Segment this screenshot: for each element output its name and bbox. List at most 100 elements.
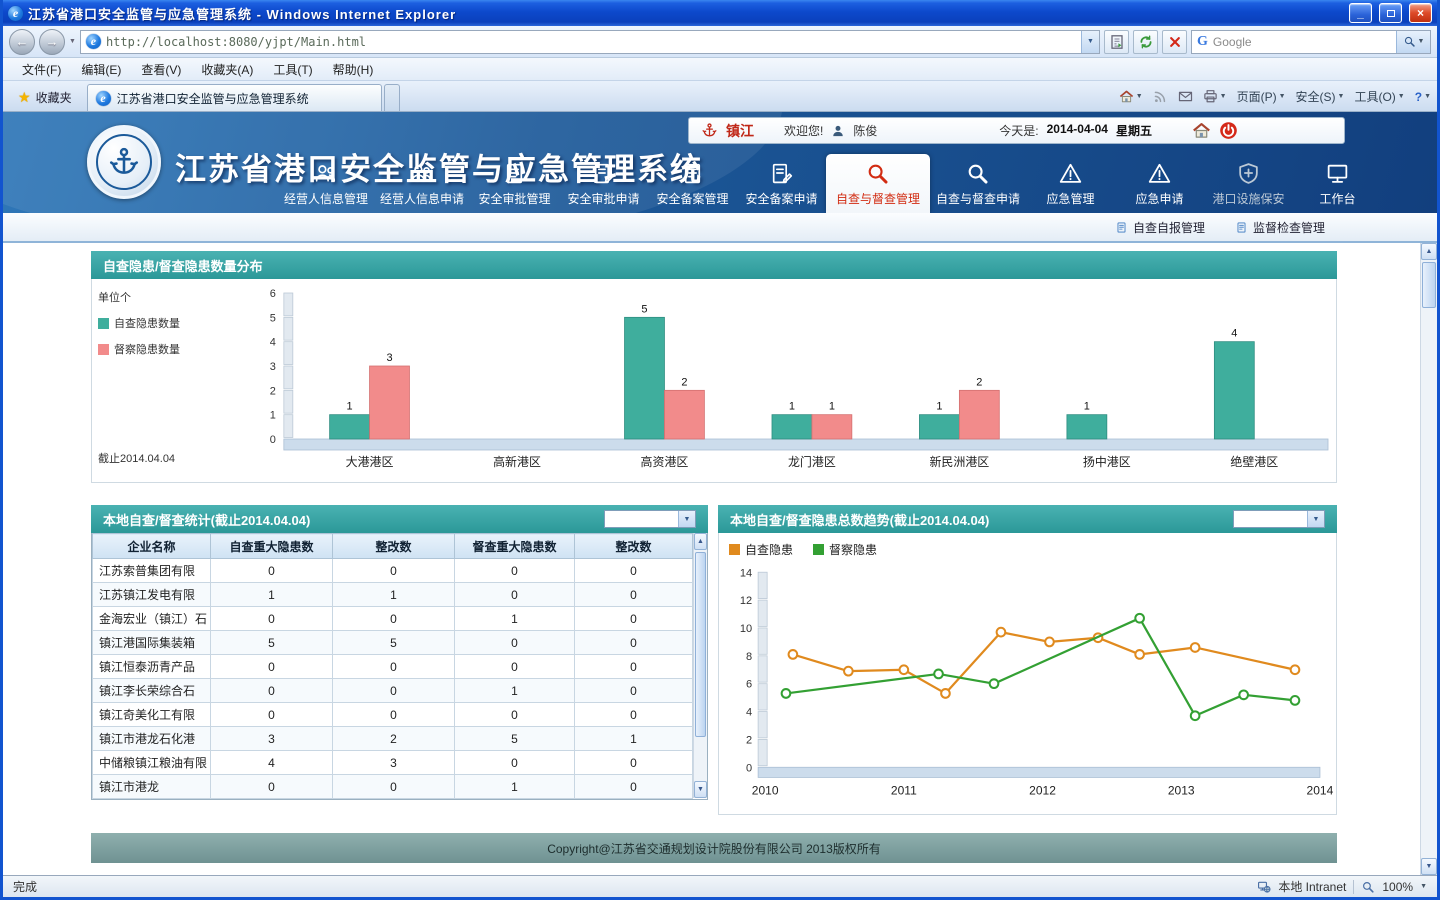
table-row[interactable]: 镇江恒泰沥青产品0000 — [93, 655, 693, 679]
scroll-thumb[interactable] — [695, 552, 706, 737]
menu-tools[interactable]: 工具(T) — [264, 59, 321, 80]
page-scrollbar[interactable]: ▲ ▼ — [1420, 243, 1437, 875]
line-chart: 0246810121420102011201220132014 — [719, 558, 1336, 814]
nav-item-self-inspection-mgmt[interactable]: 自查与督查管理 — [826, 154, 930, 213]
data-point — [782, 689, 791, 698]
value-cell: 0 — [575, 775, 693, 799]
welcome-label: 欢迎您! — [784, 122, 823, 139]
value-cell: 1 — [455, 679, 575, 703]
sub-nav: 自查自报管理 监督检查管理 — [3, 213, 1437, 243]
read-mail-button[interactable] — [1178, 89, 1193, 104]
address-dropdown-button[interactable]: ▼ — [1081, 31, 1099, 53]
search-button[interactable]: ▼ — [1396, 31, 1430, 53]
menu-favorites[interactable]: 收藏夹(A) — [192, 59, 262, 80]
home-button[interactable]: ▼ — [1119, 89, 1143, 104]
new-tab-stub[interactable] — [384, 84, 400, 111]
nav-item-operator-info-mgmt[interactable]: 经营人信息管理 — [278, 154, 374, 213]
menu-edit[interactable]: 编辑(E) — [72, 59, 130, 80]
status-zoom[interactable]: 100% — [1382, 880, 1413, 894]
favorites-button[interactable]: 收藏夹 — [9, 84, 81, 111]
table-row[interactable]: 中储粮镇江粮油有限4300 — [93, 751, 693, 775]
search-input[interactable] — [1213, 35, 1391, 49]
date-group: 今天是: 2014-04-04 星期五 — [999, 122, 1152, 139]
table-row[interactable]: 镇江李长荣综合石0010 — [93, 679, 693, 703]
scroll-down-button[interactable]: ▼ — [1421, 858, 1437, 875]
scroll-up-button[interactable]: ▲ — [1421, 243, 1437, 260]
portal-home-button[interactable] — [1192, 121, 1211, 140]
value-cell: 0 — [575, 607, 693, 631]
table-row[interactable]: 镇江奇美化工有限0000 — [93, 703, 693, 727]
table-row[interactable]: 镇江港国际集装箱5500 — [93, 631, 693, 655]
dropdown-arrow-icon[interactable]: ▼ — [1307, 511, 1324, 527]
browser-tab[interactable]: 江苏省港口安全监管与应急管理系统 — [87, 84, 382, 111]
subnav-item-self-report[interactable]: 自查自报管理 — [1115, 219, 1205, 236]
scroll-up-button[interactable]: ▲ — [694, 533, 707, 550]
compatibility-view-button[interactable] — [1104, 30, 1129, 54]
nav-item-port-facility-security[interactable]: 港口设施保安 — [1204, 154, 1293, 213]
nav-item-safety-record-mgmt[interactable]: 安全备案管理 — [648, 154, 737, 213]
logout-button[interactable] — [1219, 121, 1238, 140]
nav-item-emergency-mgmt[interactable]: 应急管理 — [1026, 154, 1115, 213]
main-nav: 经营人信息管理 经营人信息申请 安全审批管理 安全审批申请 安全备案管理 安全备… — [278, 154, 1382, 213]
address-input[interactable] — [106, 35, 1076, 49]
trend-filter-dropdown[interactable]: ▼ — [1233, 510, 1325, 528]
table-scrollbar[interactable]: ▲ ▼ — [693, 533, 707, 798]
value-cell: 0 — [333, 775, 455, 799]
print-button[interactable]: ▼ — [1203, 89, 1227, 104]
y-axis-block — [758, 739, 767, 765]
zoom-dropdown-icon[interactable]: ▼ — [1420, 883, 1427, 890]
help-menu-button[interactable]: ?▼ — [1415, 90, 1431, 104]
table-row[interactable]: 江苏镇江发电有限1100 — [93, 583, 693, 607]
document-icon — [502, 161, 527, 186]
menu-view[interactable]: 查看(V) — [132, 59, 190, 80]
tools-menu-button[interactable]: 工具(O)▼ — [1354, 88, 1404, 105]
back-button[interactable]: ← — [9, 29, 35, 55]
menu-file[interactable]: 文件(F) — [13, 59, 70, 80]
x-tick-label: 2010 — [752, 784, 779, 798]
bar-panel-title: 自查隐患/督查隐患数量分布 — [103, 256, 263, 275]
nav-item-workbench[interactable]: 工作台 — [1293, 154, 1382, 213]
status-right: 本地 Intranet 100% ▼ — [1257, 878, 1427, 895]
scroll-down-button[interactable]: ▼ — [694, 781, 707, 798]
stop-button[interactable] — [1162, 30, 1187, 54]
close-button[interactable]: × — [1409, 3, 1432, 23]
table-row[interactable]: 镇江市港龙0010 — [93, 775, 693, 799]
scroll-thumb[interactable] — [1422, 262, 1436, 308]
value-cell: 0 — [455, 631, 575, 655]
maximize-button[interactable] — [1379, 3, 1402, 23]
minimize-button[interactable]: _ — [1349, 3, 1372, 23]
table-row[interactable]: 江苏索普集团有限0000 — [93, 559, 693, 583]
welcome-bar: 镇江 欢迎您! 陈俊 今天是: 2014-04-04 星期五 — [688, 117, 1345, 144]
page-menu-button[interactable]: 页面(P)▼ — [1237, 88, 1286, 105]
forward-button[interactable]: → — [39, 29, 65, 55]
nav-item-safety-approval-apply[interactable]: 安全审批申请 — [559, 154, 648, 213]
subnav-item-supervision-check[interactable]: 监督检查管理 — [1235, 219, 1325, 236]
dropdown-arrow-icon[interactable]: ▼ — [678, 511, 695, 527]
nav-item-operator-info-apply[interactable]: 经营人信息申请 — [374, 154, 470, 213]
safety-menu-button[interactable]: 安全(S)▼ — [1296, 88, 1345, 105]
bar-inspect — [664, 390, 704, 439]
feeds-button[interactable] — [1153, 89, 1168, 104]
user-icon — [831, 124, 845, 138]
nav-item-self-inspection-apply[interactable]: 自查与督查申请 — [930, 154, 1026, 213]
data-point — [990, 679, 999, 688]
stats-filter-dropdown[interactable]: ▼ — [604, 510, 696, 528]
company-name-cell: 江苏镇江发电有限 — [93, 583, 211, 607]
y-tick-label: 0 — [270, 434, 276, 446]
table-row[interactable]: 金海宏业（镇江）石0010 — [93, 607, 693, 631]
value-cell: 4 — [211, 751, 333, 775]
nav-item-safety-record-apply[interactable]: 安全备案申请 — [737, 154, 826, 213]
nav-item-safety-approval-mgmt[interactable]: 安全审批管理 — [470, 154, 559, 213]
history-dropdown-icon[interactable]: ▼ — [69, 38, 76, 45]
y-tick-label: 6 — [270, 288, 276, 300]
table-row[interactable]: 镇江市港龙石化港3251 — [93, 727, 693, 751]
nav-item-emergency-apply[interactable]: 应急申请 — [1115, 154, 1204, 213]
y-axis-block — [758, 572, 767, 598]
column-header: 整改数 — [575, 534, 693, 559]
stats-panel-header: 本地自查/督查统计(截止2014.04.04) ▼ — [91, 505, 708, 533]
bar-value-label: 2 — [681, 376, 687, 388]
menu-help[interactable]: 帮助(H) — [324, 59, 383, 80]
user-name: 陈俊 — [853, 122, 877, 139]
stats-table-wrap: 企业名称 自查重大隐患数 整改数 督查重大隐患数 整改数 江苏索普集团有限000… — [91, 533, 708, 800]
refresh-button[interactable] — [1133, 30, 1158, 54]
